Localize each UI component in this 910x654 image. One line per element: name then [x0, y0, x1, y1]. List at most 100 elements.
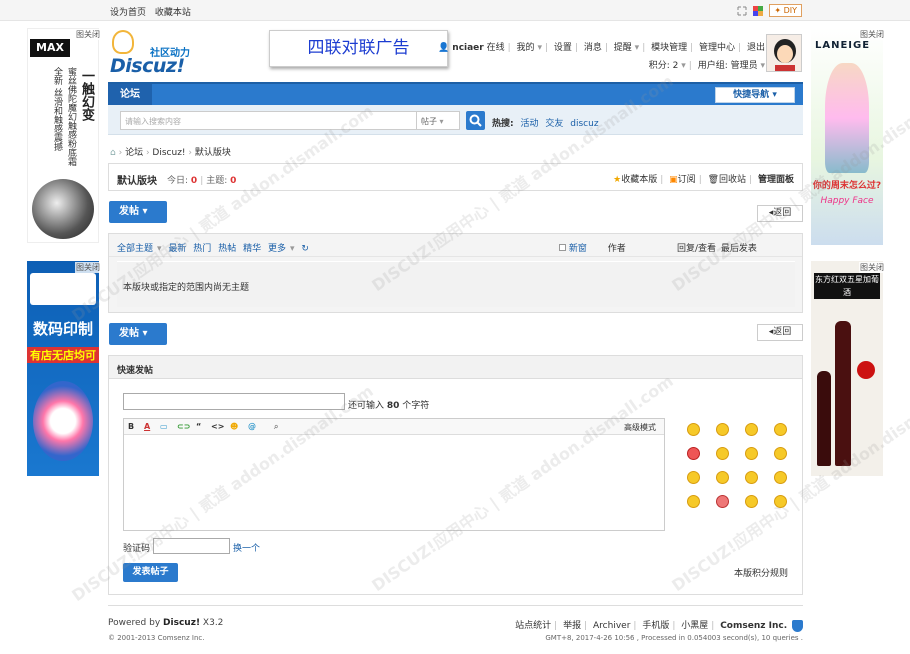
hot-search-item[interactable]: discuz [570, 119, 598, 129]
font-color-icon[interactable]: A [144, 422, 150, 431]
smiley-icon[interactable]: ☻ [230, 422, 238, 431]
credits-menu[interactable]: 积分: 2 [649, 61, 679, 71]
back-button[interactable]: ◂返回 [757, 324, 803, 341]
messages-link[interactable]: 消息 [584, 43, 602, 53]
smiley-icon[interactable] [687, 495, 700, 508]
username-link[interactable]: nciaer [452, 43, 483, 53]
footer-link-report[interactable]: 举报 [563, 621, 581, 631]
credit-rules-link[interactable]: 本版积分规则 [734, 566, 788, 579]
fullscreen-icon[interactable] [737, 6, 747, 16]
close-ad-right-top[interactable]: 图关闭 [859, 29, 885, 40]
module-manage-link[interactable]: 模块管理 [651, 43, 687, 53]
breadcrumb-item[interactable]: 默认版块 [195, 148, 231, 158]
at-icon[interactable]: @ [248, 422, 256, 431]
set-home-link[interactable]: 设为首页 [110, 8, 146, 18]
smiley-icon[interactable] [716, 471, 729, 484]
main-nav: 论坛 快捷导航 ▾ [108, 82, 803, 105]
breadcrumb-item[interactable]: Discuz! [152, 148, 185, 158]
notifications-menu[interactable]: 提醒 [614, 43, 632, 53]
bold-icon[interactable]: B [128, 422, 134, 431]
left-couplet-ad-bottom[interactable]: 数码印制 有店无店均可 [27, 261, 99, 476]
smiley-icon[interactable] [687, 471, 700, 484]
quick-nav-button[interactable]: 快捷导航 ▾ [715, 87, 795, 103]
captcha-input[interactable] [153, 538, 230, 554]
image-icon[interactable]: ▭ [160, 422, 168, 431]
search-input[interactable]: 请输入搜索内容 [120, 111, 417, 130]
filter-digest[interactable]: 精华 [243, 244, 261, 254]
subscribe-link[interactable]: 订阅 [678, 175, 696, 185]
smiley-icon[interactable] [716, 447, 729, 460]
footer-link-mobile[interactable]: 手机版 [642, 621, 669, 631]
captcha-refresh-link[interactable]: 换一个 [233, 541, 260, 554]
filter-latest[interactable]: 最新 [168, 244, 186, 254]
tab-forum[interactable]: 论坛 [108, 84, 152, 105]
post-editor[interactable]: B A ▭ ⊂⊃ “ <> ☻ @ ⌕ 高级模式 [123, 418, 665, 531]
close-ad-left-bottom[interactable]: 图关闭 [75, 262, 101, 273]
smiley-icon[interactable] [745, 471, 758, 484]
admin-panel-link[interactable]: 管理面板 [758, 175, 794, 185]
footer-link-stats[interactable]: 站点统计 [515, 621, 551, 631]
site-logo[interactable]: 社区动力 Discuz! [110, 28, 210, 77]
logout-link[interactable]: 退出 [747, 43, 765, 53]
my-menu[interactable]: 我的 [517, 43, 535, 53]
left-couplet-ad-top[interactable]: MAX 一触幻变 蜜丝佛陀魔幻触感粉底霜 全新 丝滑和触感震撼 [27, 28, 99, 243]
link-icon[interactable]: ⊂⊃ [177, 422, 190, 431]
recycle-bin-link[interactable]: 回收站 [719, 175, 746, 185]
diy-button[interactable]: ✦ DIY [769, 4, 802, 17]
chevron-down-icon: ▾ [772, 90, 777, 100]
forum-actions: ★收藏本版 | ▣订阅 | 🗑回收站 | 管理面板 [613, 175, 794, 185]
search-button[interactable] [466, 111, 485, 130]
footer-link-blackroom[interactable]: 小黑屋 [681, 621, 708, 631]
filter-all-topics[interactable]: 全部主题 [117, 244, 153, 254]
right-couplet-ad-top[interactable]: LANEIGE 你的周末怎么过? Happy Face [811, 28, 883, 245]
company-link[interactable]: Comsenz Inc. [720, 621, 787, 631]
smiley-icon[interactable] [774, 447, 787, 460]
smiley-icon[interactable] [745, 495, 758, 508]
smiley-icon[interactable] [687, 423, 700, 436]
hot-search-item[interactable]: 交友 [545, 119, 563, 129]
filter-hot-posts[interactable]: 热帖 [218, 244, 236, 254]
admin-center-link[interactable]: 管理中心 [699, 43, 735, 53]
ad-headline: 数码印制 [32, 320, 93, 338]
code-icon[interactable]: <> [211, 422, 224, 431]
smiley-icon[interactable] [774, 495, 787, 508]
style-icon[interactable] [753, 5, 764, 16]
quote-icon[interactable]: “ [196, 422, 201, 431]
shocked-smiley-icon[interactable] [716, 495, 729, 508]
new-window-checkbox[interactable] [559, 244, 566, 251]
favorite-forum-link[interactable]: 收藏本版 [621, 175, 657, 185]
smiley-icon[interactable] [774, 471, 787, 484]
smiley-icon[interactable] [745, 423, 758, 436]
angry-smiley-icon[interactable] [687, 447, 700, 460]
post-title-input[interactable] [123, 393, 345, 410]
smiley-icon[interactable] [774, 423, 787, 436]
user-group-menu[interactable]: 用户组: 管理员 [698, 61, 758, 71]
search-type-select[interactable]: 帖子 ▾ [416, 111, 460, 130]
banner-ad[interactable]: 四联对联广告 [269, 30, 448, 67]
back-button[interactable]: ◂返回 [757, 205, 803, 222]
refresh-icon[interactable]: ↻ [301, 244, 309, 254]
filter-more[interactable]: 更多 [268, 244, 286, 254]
home-icon[interactable]: ⌂ [110, 148, 116, 158]
right-couplet-ad-bottom[interactable]: 东方红双五星加葡酒 [811, 261, 883, 476]
submit-post-button[interactable]: 发表帖子 [123, 563, 178, 582]
chevron-down-icon: ▾ [634, 43, 640, 53]
settings-link[interactable]: 设置 [554, 43, 572, 53]
footer-link-archiver[interactable]: Archiver [593, 621, 630, 631]
avatar[interactable] [766, 34, 802, 72]
smiley-icon[interactable] [716, 423, 729, 436]
bookmark-link[interactable]: 收藏本站 [155, 8, 191, 18]
new-post-button[interactable]: 发帖 ▾ [109, 201, 167, 223]
close-ad-right-bottom[interactable]: 图关闭 [859, 262, 885, 273]
attachment-icon[interactable]: ⌕ [274, 422, 278, 432]
filter-hot[interactable]: 热门 [193, 244, 211, 254]
close-ad-left-top[interactable]: 图关闭 [75, 29, 101, 40]
hot-search-item[interactable]: 活动 [520, 119, 538, 129]
advanced-mode-link[interactable]: 高级模式 [624, 422, 656, 433]
discuz-link[interactable]: Discuz! [163, 618, 200, 628]
breadcrumb-item[interactable]: 论坛 [125, 148, 143, 158]
online-status[interactable]: 在线 [487, 43, 505, 53]
new-post-button[interactable]: 发帖 ▾ [109, 323, 167, 345]
empty-message: 本版块或指定的范围内尚无主题 [117, 261, 795, 307]
smiley-icon[interactable] [745, 447, 758, 460]
